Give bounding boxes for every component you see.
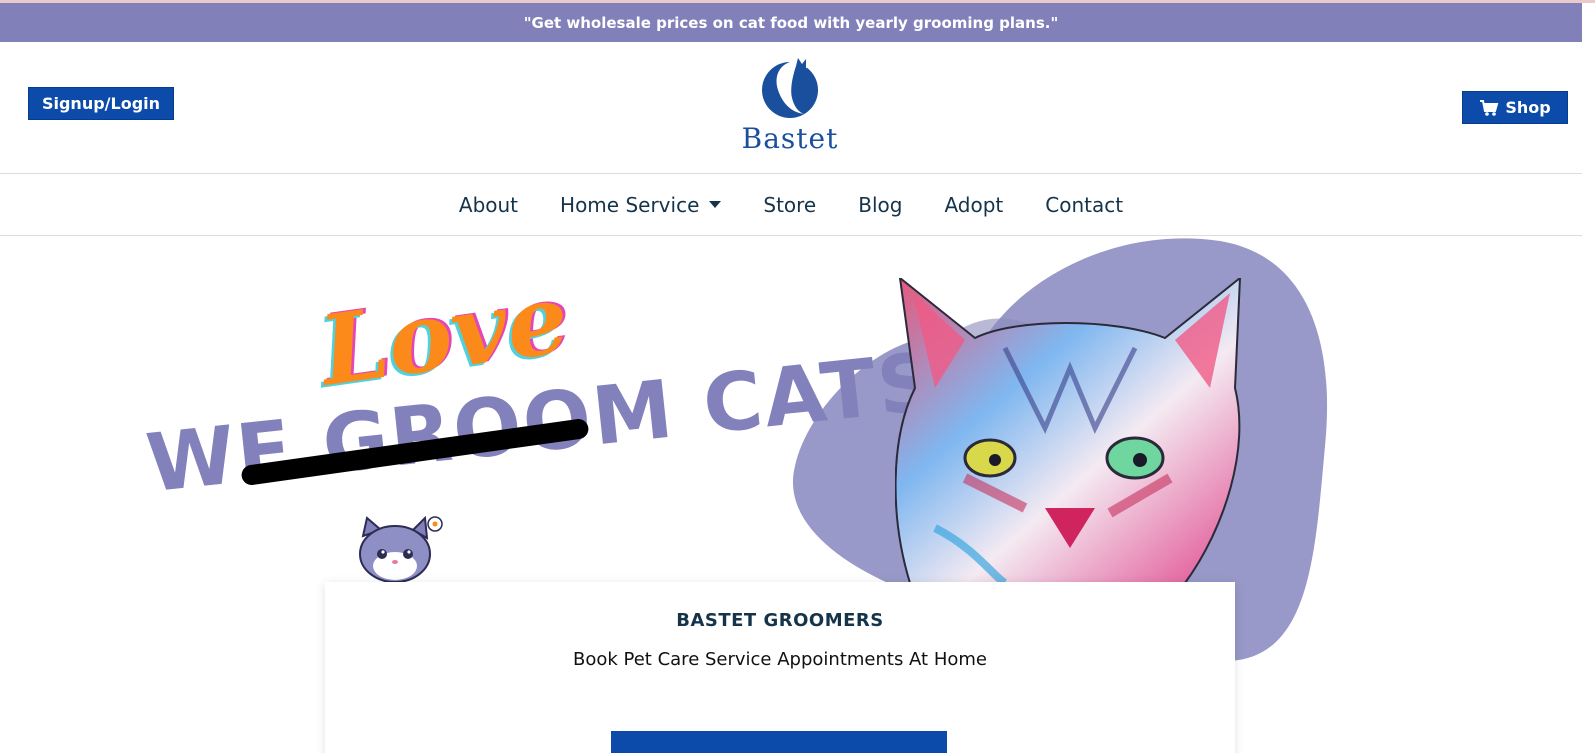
nav-store[interactable]: Store [763, 193, 816, 217]
logo-text: Bastet [741, 122, 839, 155]
main-nav: About Home Service Store Blog Adopt Cont… [0, 174, 1582, 236]
cart-icon [1480, 99, 1499, 116]
hero-section: Love WE GROOM CATS BASTET GROOMERS Book … [0, 236, 1582, 753]
book-appointment-button[interactable] [611, 731, 947, 753]
scrollbar-track[interactable] [1582, 3, 1595, 753]
card-title: BASTET GROOMERS [676, 610, 884, 631]
nav-adopt[interactable]: Adopt [944, 193, 1003, 217]
nav-store-label: Store [763, 192, 817, 217]
tagline-word-we: WE [142, 402, 299, 511]
promo-text: "Get wholesale prices on cat food with y… [523, 13, 1059, 32]
promo-banner: "Get wholesale prices on cat food with y… [0, 3, 1582, 42]
hero-card: BASTET GROOMERS Book Pet Care Service Ap… [325, 582, 1235, 753]
shop-label: Shop [1505, 98, 1551, 117]
nav-about-label: About [458, 192, 519, 217]
nav-contact[interactable]: Contact [1045, 193, 1123, 217]
site-header: Signup/Login Bastet Shop [0, 42, 1582, 174]
nav-blog[interactable]: Blog [858, 193, 902, 217]
nav-home-service[interactable]: Home Service [560, 192, 722, 217]
signup-login-button[interactable]: Signup/Login [28, 87, 174, 120]
caret-down-icon [709, 201, 722, 208]
nav-blog-label: Blog [858, 192, 903, 217]
nav-adopt-label: Adopt [944, 192, 1004, 217]
nav-home-service-label: Home Service [560, 192, 700, 217]
colorful-cat-portrait [895, 278, 1242, 583]
cute-kitten-illustration [359, 516, 443, 583]
card-subtitle: Book Pet Care Service Appointments At Ho… [573, 649, 987, 670]
site-logo[interactable]: Bastet [740, 56, 840, 156]
cat-silhouette-logo-icon [762, 58, 818, 118]
shop-button[interactable]: Shop [1462, 91, 1568, 124]
nav-contact-label: Contact [1045, 192, 1124, 217]
nav-about[interactable]: About [459, 193, 518, 217]
